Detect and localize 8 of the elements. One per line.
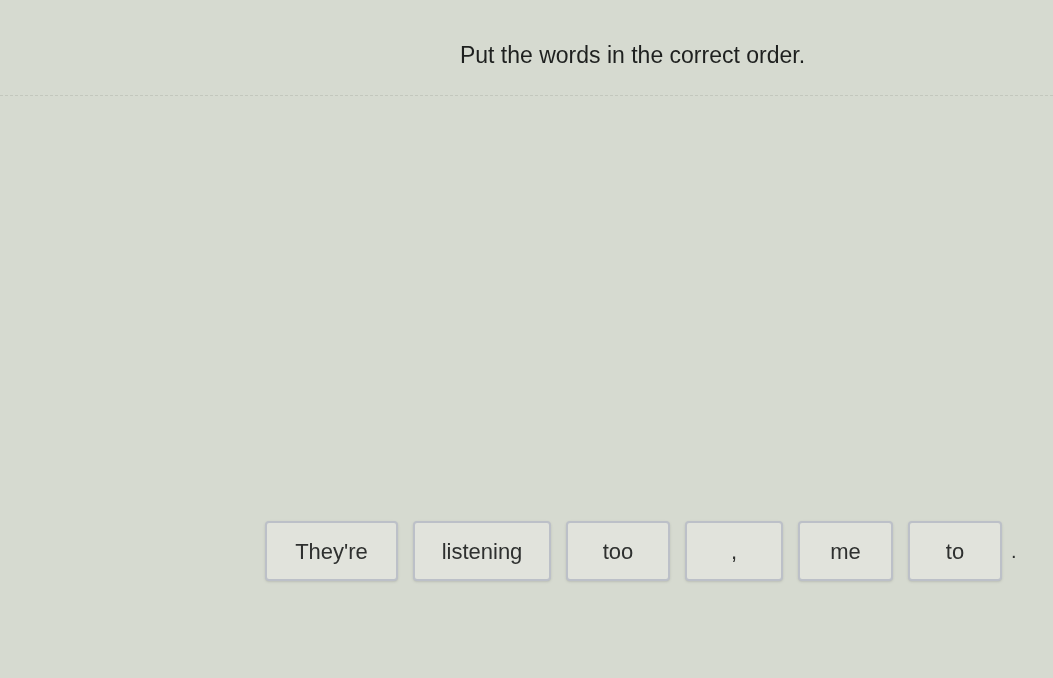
word-tile[interactable]: listening	[413, 521, 551, 581]
word-tile[interactable]: too	[566, 521, 670, 581]
instruction-text: Put the words in the correct order.	[459, 41, 806, 70]
word-tile[interactable]: me	[798, 521, 893, 581]
sentence-end-text: .	[1011, 539, 1017, 564]
word-tile[interactable]: They're	[265, 521, 398, 581]
word-tile[interactable]: to	[908, 521, 1002, 581]
word-tile[interactable]: ,	[685, 521, 783, 581]
